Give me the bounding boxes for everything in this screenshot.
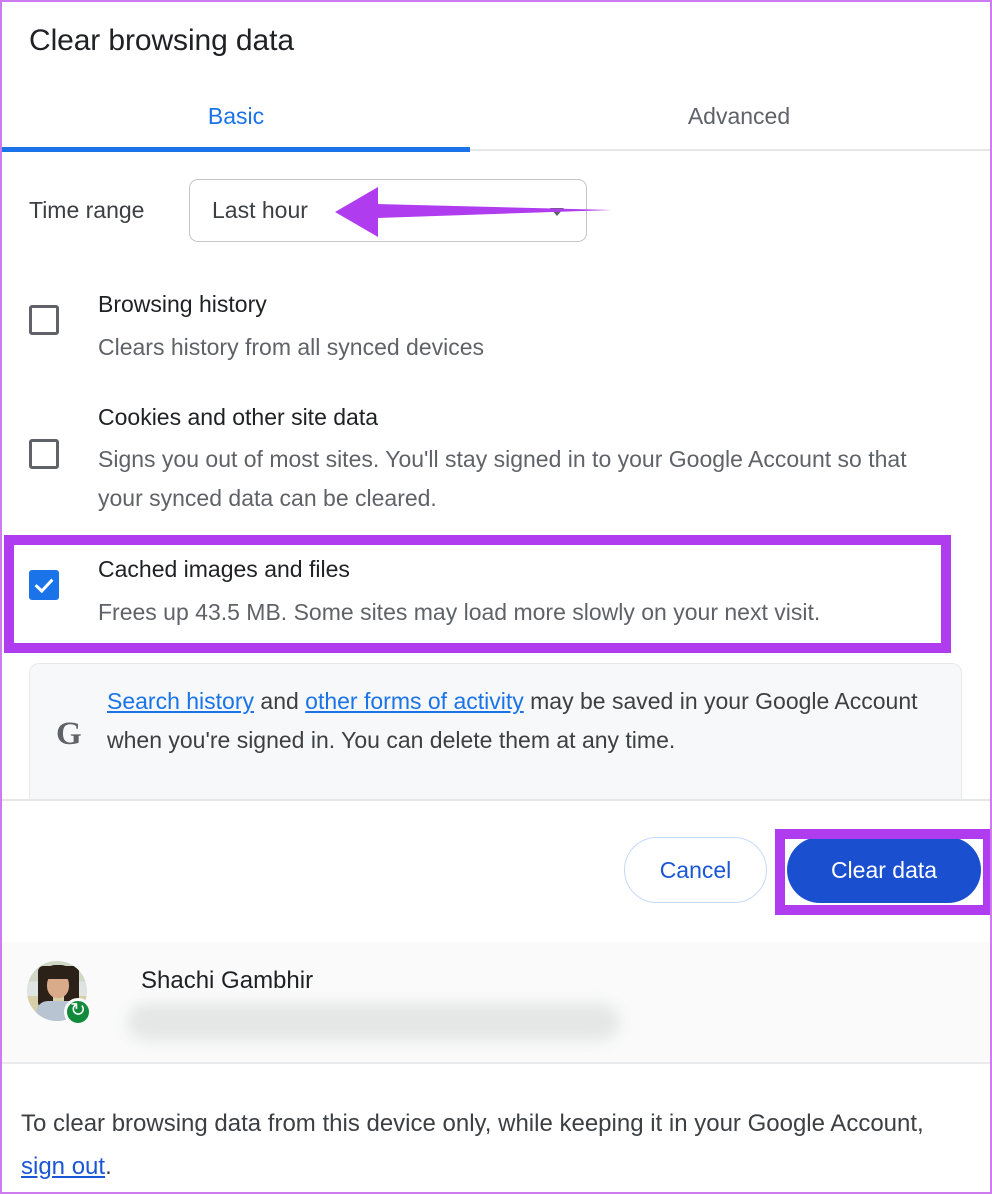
option-title: Cached images and files (98, 556, 350, 582)
screenshot-root: Clear browsing data Basic Advanced Time … (0, 0, 992, 1194)
tab-advanced[interactable]: Advanced (505, 98, 973, 134)
time-range-value: Last hour (212, 197, 308, 223)
option-description: Frees up 43.5 MB. Some sites may load mo… (98, 599, 821, 625)
dialog-tabs: Basic Advanced (2, 86, 990, 151)
account-name: Shachi Gambhir (141, 967, 314, 994)
time-range-label: Time range (29, 197, 145, 223)
checkbox-cached-images-and-files[interactable] (29, 570, 59, 600)
chevron-down-icon (550, 208, 564, 216)
cancel-button[interactable]: Cancel (624, 837, 767, 903)
google-account-info-card: G Search history and other forms of acti… (29, 663, 962, 800)
clear-data-button[interactable]: Clear data (787, 837, 981, 903)
account-email-redacted (127, 1003, 620, 1041)
time-range-dropdown[interactable]: Last hour (189, 179, 587, 242)
checkbox-browsing-history[interactable] (29, 305, 59, 335)
google-info-text: Search history and other forms of activi… (107, 682, 937, 760)
sign-out-note-suffix: . (105, 1153, 112, 1180)
checkbox-cookies-and-site-data[interactable] (29, 439, 59, 469)
tab-basic[interactable]: Basic (2, 98, 470, 134)
footer-divider (2, 799, 990, 801)
sign-out-note-prefix: To clear browsing data from this device … (21, 1110, 924, 1137)
option-title: Cookies and other site data (98, 404, 379, 430)
option-description: Clears history from all synced devices (98, 334, 485, 360)
google-info-mid: and (254, 688, 306, 714)
option-title: Browsing history (98, 291, 267, 317)
page-title: Clear browsing data (29, 24, 294, 57)
clear-browsing-data-dialog: Clear browsing data Basic Advanced Time … (2, 2, 990, 1192)
search-history-link[interactable]: Search history (107, 688, 254, 714)
sign-out-note: To clear browsing data from this device … (21, 1102, 961, 1188)
option-description: Signs you out of most sites. You'll stay… (98, 446, 907, 511)
other-forms-of-activity-link[interactable]: other forms of activity (305, 688, 524, 714)
tab-active-indicator (2, 147, 470, 152)
sign-out-link[interactable]: sign out (21, 1153, 105, 1180)
google-g-icon: G (56, 716, 82, 752)
sync-badge-icon (64, 998, 92, 1026)
